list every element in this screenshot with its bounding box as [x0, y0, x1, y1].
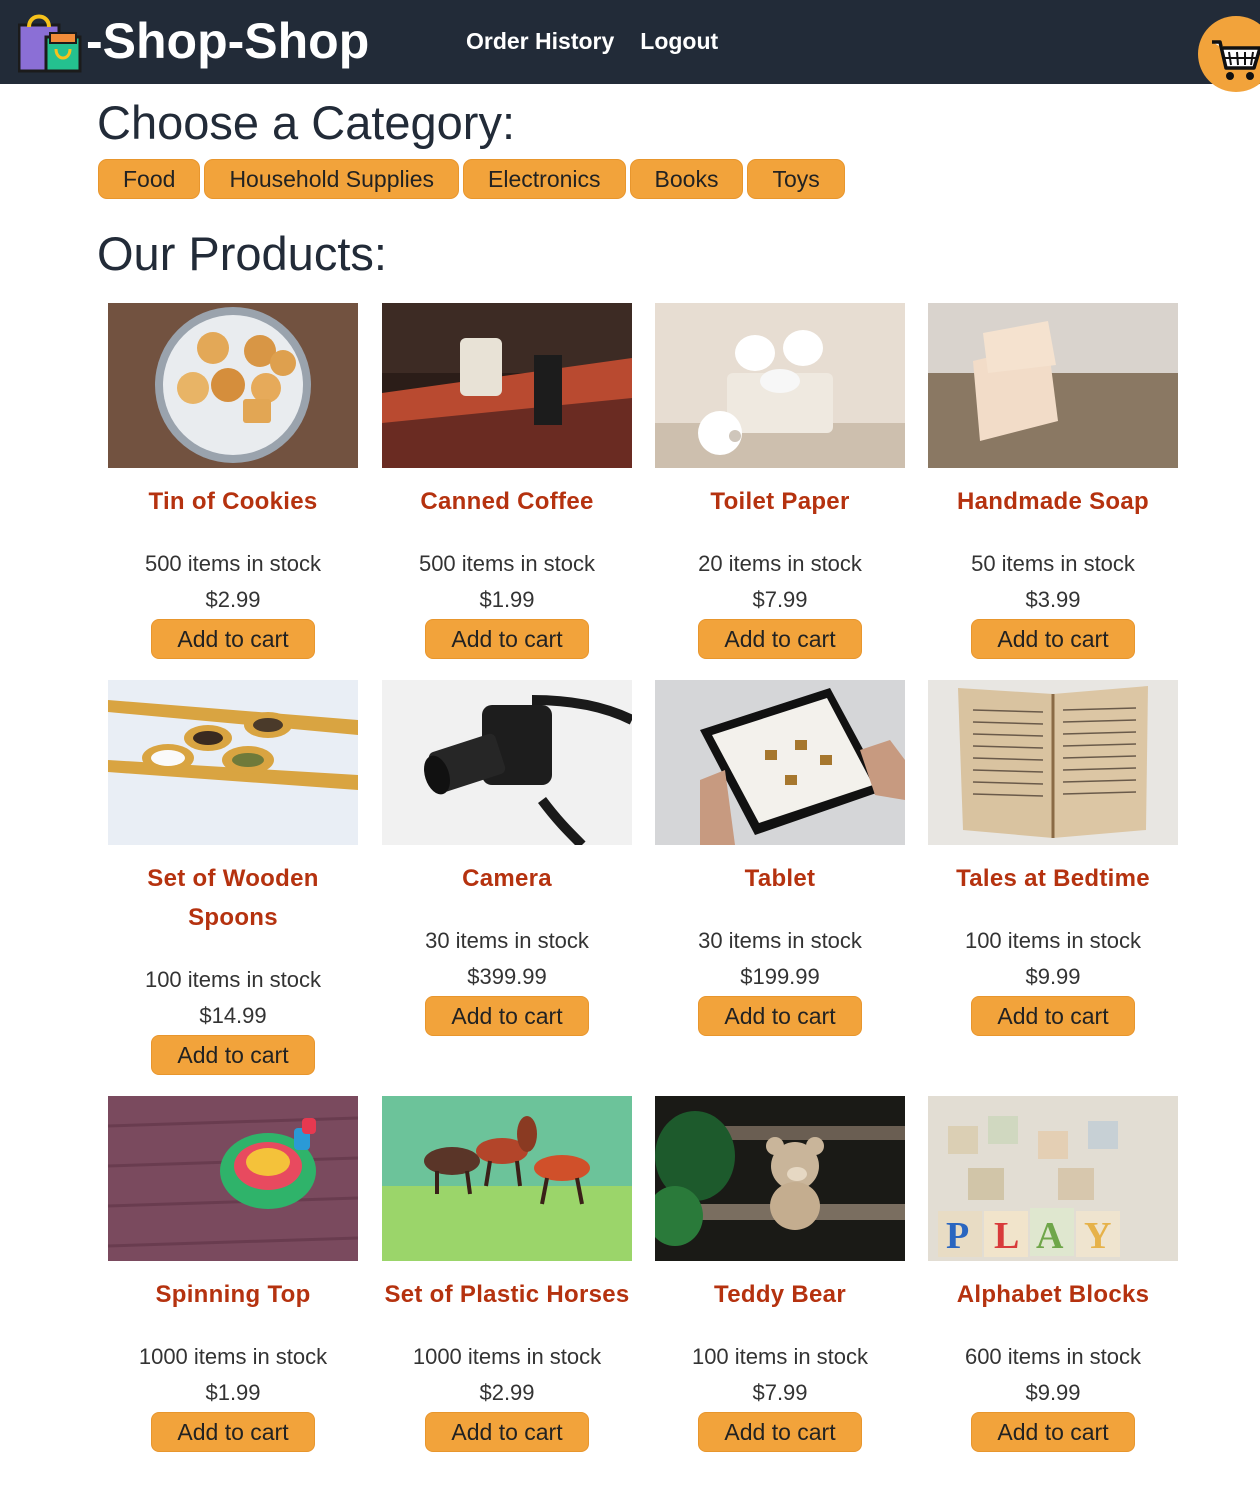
add-to-cart-button[interactable]: Add to cart — [698, 619, 862, 659]
product-name[interactable]: Set of Plastic Horses — [382, 1275, 632, 1314]
product-image[interactable] — [928, 680, 1178, 845]
category-food-button[interactable]: Food — [98, 159, 201, 199]
add-to-cart-button[interactable]: Add to cart — [971, 996, 1135, 1036]
product-image[interactable] — [382, 303, 632, 468]
product-price: $3.99 — [1025, 587, 1081, 612]
product-stock: 100 items in stock — [964, 928, 1142, 953]
product-image[interactable] — [655, 303, 905, 468]
product-stock: 30 items in stock — [698, 928, 862, 953]
add-to-cart-button[interactable]: Add to cart — [151, 1412, 315, 1452]
svg-text:Y: Y — [1084, 1215, 1111, 1257]
product-stock: 100 items in stock — [691, 1344, 869, 1369]
svg-text:A: A — [1036, 1215, 1064, 1257]
product-name[interactable]: Teddy Bear — [655, 1275, 905, 1314]
product-image[interactable] — [108, 1096, 358, 1261]
product-name[interactable]: Tablet — [655, 859, 905, 898]
product-stock: 20 items in stock — [698, 551, 862, 576]
product-name[interactable]: Canned Coffee — [382, 482, 632, 521]
product-stock: 1000 items in stock — [138, 1344, 328, 1369]
product-card-alphabet-blocks: P L A Y Alphabet Blocks 600 items in sto… — [928, 1096, 1178, 1452]
product-card-teddy-bear: Teddy Bear 100 items in stock $7.99 Add … — [655, 1096, 905, 1452]
product-name[interactable]: Toilet Paper — [655, 482, 905, 521]
product-image[interactable] — [928, 303, 1178, 468]
product-card-toilet-paper: Toilet Paper 20 items in stock $7.99 Add… — [655, 303, 905, 659]
nav-links: Order History Logout — [466, 28, 718, 55]
product-image[interactable]: P L A Y — [928, 1096, 1178, 1261]
product-card-canned-coffee: Canned Coffee 500 items in stock $1.99 A… — [382, 303, 632, 659]
product-image[interactable] — [655, 1096, 905, 1261]
add-to-cart-button[interactable]: Add to cart — [425, 619, 589, 659]
product-image[interactable] — [382, 680, 632, 845]
product-price: $1.99 — [479, 587, 535, 612]
product-card-tales-at-bedtime: Tales at Bedtime 100 items in stock $9.9… — [928, 680, 1178, 1036]
product-price: $7.99 — [752, 587, 808, 612]
product-price: $2.99 — [479, 1380, 535, 1405]
category-menu: Food Household Supplies Electronics Book… — [98, 159, 845, 199]
product-name[interactable]: Camera — [382, 859, 632, 898]
product-card-set-of-wooden-spoons: Set of Wooden Spoons 100 items in stock … — [108, 680, 358, 1075]
product-image[interactable] — [382, 1096, 632, 1261]
product-stock: 500 items in stock — [144, 551, 322, 576]
add-to-cart-button[interactable]: Add to cart — [425, 1412, 589, 1452]
product-image[interactable] — [108, 303, 358, 468]
add-to-cart-button[interactable]: Add to cart — [698, 996, 862, 1036]
product-card-spinning-top: Spinning Top 1000 items in stock $1.99 A… — [108, 1096, 358, 1452]
product-price: $1.99 — [205, 1380, 261, 1405]
product-image[interactable] — [655, 680, 905, 845]
product-card-camera: Camera 30 items in stock $399.99 Add to … — [382, 680, 632, 1036]
product-image[interactable] — [108, 680, 358, 845]
category-toys-button[interactable]: Toys — [747, 159, 845, 199]
product-card-tin-of-cookies: Tin of Cookies 500 items in stock $2.99 … — [108, 303, 358, 659]
category-electronics-button[interactable]: Electronics — [463, 159, 626, 199]
add-to-cart-button[interactable]: Add to cart — [151, 1035, 315, 1075]
svg-text:L: L — [994, 1215, 1019, 1257]
add-to-cart-button[interactable]: Add to cart — [971, 1412, 1135, 1452]
shopping-cart-icon — [1212, 40, 1260, 80]
brand-link[interactable]: -Shop-Shop — [18, 8, 369, 74]
add-to-cart-button[interactable]: Add to cart — [425, 996, 589, 1036]
product-name[interactable]: Handmade Soap — [928, 482, 1178, 521]
categories-heading: Choose a Category: — [97, 96, 516, 149]
product-card-set-of-plastic-horses: Set of Plastic Horses 1000 items in stoc… — [382, 1096, 632, 1452]
product-stock: 1000 items in stock — [412, 1344, 602, 1369]
add-to-cart-button[interactable]: Add to cart — [698, 1412, 862, 1452]
brand-name: -Shop-Shop — [86, 13, 370, 69]
product-name[interactable]: Tin of Cookies — [108, 482, 358, 521]
product-price: $399.99 — [467, 964, 547, 989]
product-stock: 600 items in stock — [964, 1344, 1142, 1369]
product-price: $7.99 — [752, 1380, 808, 1405]
category-household-supplies-button[interactable]: Household Supplies — [204, 159, 460, 199]
product-stock: 500 items in stock — [418, 551, 596, 576]
product-price: $9.99 — [1025, 1380, 1081, 1405]
svg-text:P: P — [946, 1215, 969, 1257]
navbar: -Shop-Shop Order History Logout — [0, 0, 1260, 84]
product-price: $9.99 — [1025, 964, 1081, 989]
product-name[interactable]: Alphabet Blocks — [928, 1275, 1178, 1314]
product-price: $199.99 — [740, 964, 820, 989]
category-books-button[interactable]: Books — [629, 159, 744, 199]
product-stock: 30 items in stock — [425, 928, 589, 953]
product-name[interactable]: Set of Wooden Spoons — [108, 859, 358, 937]
products-heading: Our Products: — [97, 227, 387, 280]
product-name[interactable]: Spinning Top — [108, 1275, 358, 1314]
add-to-cart-button[interactable]: Add to cart — [151, 619, 315, 659]
logout-link[interactable]: Logout — [640, 28, 718, 55]
product-card-handmade-soap: Handmade Soap 50 items in stock $3.99 Ad… — [928, 303, 1178, 659]
product-price: $14.99 — [199, 1003, 267, 1028]
order-history-link[interactable]: Order History — [466, 28, 614, 55]
product-stock: 50 items in stock — [971, 551, 1135, 576]
product-price: $2.99 — [205, 587, 261, 612]
add-to-cart-button[interactable]: Add to cart — [971, 619, 1135, 659]
shopping-bag-icon — [18, 14, 82, 73]
product-card-tablet: Tablet 30 items in stock $199.99 Add to … — [655, 680, 905, 1036]
product-name[interactable]: Tales at Bedtime — [928, 859, 1178, 898]
product-stock: 100 items in stock — [144, 967, 322, 992]
